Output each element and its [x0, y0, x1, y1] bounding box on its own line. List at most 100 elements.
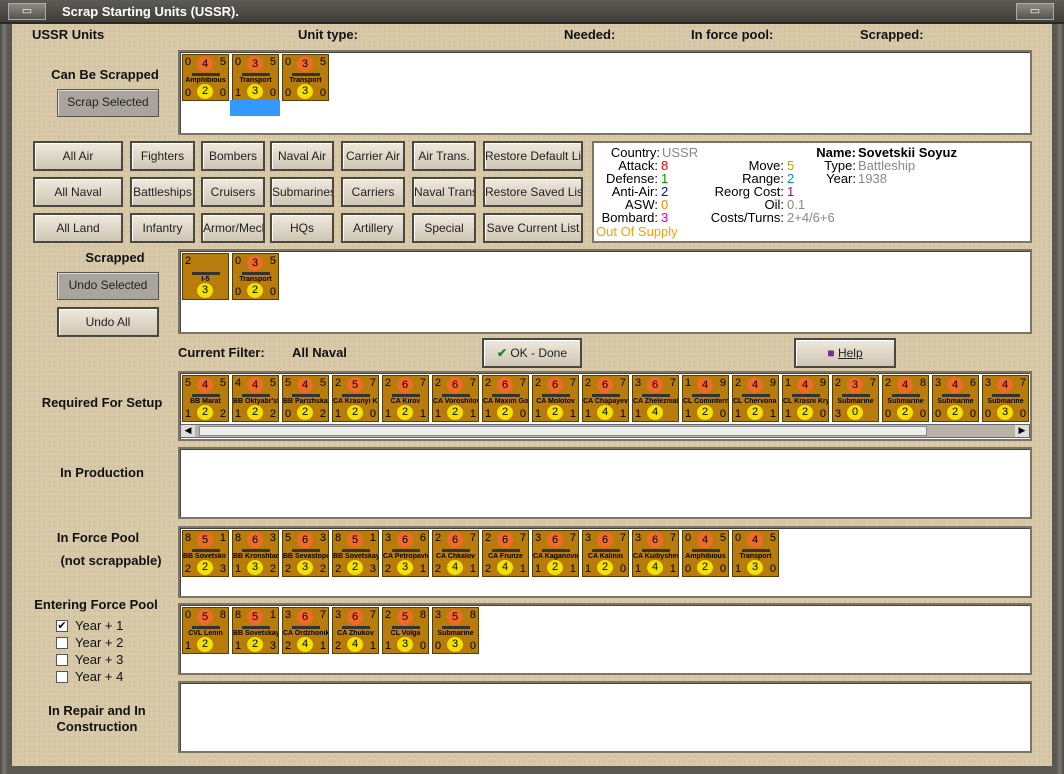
filter-button-naval-air[interactable]: Naval Air [270, 141, 334, 171]
unit-counter[interactable]: 3 6 7 CA Kuibyshev 1 4 1 [632, 530, 679, 577]
unit-counter[interactable]: 545BB Parizhskaya Kommuna022 [282, 375, 329, 422]
filter-button-infantry[interactable]: Infantry [130, 213, 195, 243]
filter-button-submarines[interactable]: Submarines [270, 177, 334, 207]
scrap-selected-button[interactable]: Scrap Selected [57, 89, 159, 117]
year-checkbox[interactable] [56, 637, 68, 649]
unit-counter[interactable]: 851BB Sovetskii Soyuz223 [182, 530, 229, 577]
production-list[interactable] [178, 447, 1032, 519]
unit-counter[interactable]: 257CA Krasnyi Kavkaz120 [332, 375, 379, 422]
unit-bottom-right: 0 [1019, 408, 1026, 420]
unit-top-right: 5 [719, 532, 726, 544]
unit-counter[interactable]: 267CA Maxim Gorki120 [482, 375, 529, 422]
unit-top-right: 5 [219, 377, 226, 389]
scroll-right-icon[interactable]: ▶ [1015, 425, 1029, 437]
unit-counter[interactable]: 367CA Zhelezniakov14 [632, 375, 679, 422]
unit-counter[interactable]: 1 4 9 CL Comintern 1 2 0 [682, 375, 729, 422]
unit-counter[interactable]: 5 6 3 BB Sevastopol 2 3 2 [282, 530, 329, 577]
unit-silhouette-icon [842, 394, 870, 397]
unit-defense: 3 [397, 560, 413, 575]
filter-button-carriers[interactable]: Carriers [341, 177, 405, 207]
unit-counter[interactable]: 2 6 7 CA Frunze 2 4 1 [482, 530, 529, 577]
unit-bottom-right: 0 [269, 286, 276, 298]
filter-button-cruisers[interactable]: Cruisers [201, 177, 265, 207]
filter-button-all-land[interactable]: All Land [33, 213, 123, 243]
year-checkbox[interactable] [56, 671, 68, 683]
required-scrollbar[interactable]: ◀ ▶ [180, 424, 1030, 438]
unit-counter[interactable]: 2 6 7 CA Kirov 1 2 1 [382, 375, 429, 422]
unit-counter[interactable]: 8 6 3 BB Kronshtadt 1 3 2 [232, 530, 279, 577]
unit-counter[interactable]: 0 4 5 Transport 1 3 0 [732, 530, 779, 577]
filter-button-all-naval[interactable]: All Naval [33, 177, 123, 207]
unit-attack: 5 [347, 532, 363, 548]
filter-button-armor-mech[interactable]: Armor/Mech [201, 213, 265, 243]
filter-button-save-current-list[interactable]: Save Current List [483, 213, 583, 243]
unit-silhouette-icon [492, 549, 520, 552]
unit-counter[interactable]: 367CA Ordzhonikidze241 [282, 607, 329, 654]
filter-button-bombers[interactable]: Bombers [201, 141, 265, 171]
filter-button-fighters[interactable]: Fighters [130, 141, 195, 171]
unit-counter[interactable]: 445BB Oktyabr'skaya Revolutsiya122 [232, 375, 279, 422]
filter-button-restore-default-list[interactable]: Restore Default List [483, 141, 583, 171]
unit-counter[interactable]: 2 6 7 CA Molotov 1 2 1 [532, 375, 579, 422]
unit-counter[interactable]: 0 5 8 CVL Lenin 1 2 [182, 607, 229, 654]
filter-button-battleships[interactable]: Battleships [130, 177, 195, 207]
unit-attack: 6 [597, 377, 613, 393]
force-pool-list[interactable]: 851BB Sovetskii Soyuz223863BB Kronshtadt… [178, 526, 1032, 598]
close-window-button[interactable]: ▭ [1016, 3, 1054, 20]
unit-counter[interactable]: 2 3 7 Submarine 3 0 [832, 375, 879, 422]
unit-counter[interactable]: 249CL Chervona Ukraina121 [732, 375, 779, 422]
unit-counter[interactable]: 2 4 8 Submarine 0 2 0 [882, 375, 929, 422]
filter-button-artillery[interactable]: Artillery [341, 213, 405, 243]
year-checkbox[interactable]: ✔ [56, 620, 68, 632]
scrapped-list[interactable]: 2 I-5 3 0 3 5 Transport 0 2 0 [178, 249, 1032, 334]
required-label: Required For Setup [41, 395, 163, 410]
scroll-left-icon[interactable]: ◀ [181, 425, 195, 437]
unit-counter[interactable]: 367CA Kaganovich121 [532, 530, 579, 577]
unit-defense: 2 [197, 405, 213, 420]
unit-counter[interactable]: 5 4 5 BB Marat 1 2 2 [182, 375, 229, 422]
repair-list[interactable] [178, 681, 1032, 753]
unit-counter[interactable]: 149CL Krasni Krym120 [782, 375, 829, 422]
unit-bottom-left: 1 [235, 87, 242, 99]
unit-counter[interactable]: 851BB Sovetskaya Ukraina223 [332, 530, 379, 577]
filter-button-special[interactable]: Special [412, 213, 476, 243]
help-button[interactable]: ■ Help [794, 338, 896, 368]
unit-counter[interactable]: 0 3 5 Transport 0 3 0 [282, 54, 329, 101]
filter-button-air-trans-[interactable]: Air Trans. [412, 141, 476, 171]
unit-counter[interactable]: 366CA Petropavlovsk231 [382, 530, 429, 577]
unit-top-left: 8 [185, 532, 192, 544]
unit-counter[interactable]: 2 6 7 CA Chapayev 1 4 1 [582, 375, 629, 422]
scroll-thumb[interactable] [199, 426, 927, 436]
unit-top-right: 5 [269, 377, 276, 389]
unit-counter[interactable]: 3 4 7 Submarine 0 3 0 [982, 375, 1029, 422]
unit-counter[interactable]: 0 4 5 Amphibious 0 2 0 [682, 530, 729, 577]
can-be-scrapped-list[interactable]: 0 4 5 Amphibious 0 2 0 0 3 5 Transport 1 3 0 0 3 5 Transp… [178, 50, 1032, 135]
undo-all-button[interactable]: Undo All [57, 307, 159, 337]
unit-counter[interactable]: 0 3 5 Transport 0 2 0 [232, 253, 279, 300]
year-checkbox[interactable] [56, 654, 68, 666]
unit-counter[interactable]: 2 I-5 3 [182, 253, 229, 300]
filter-button-carrier-air[interactable]: Carrier Air [341, 141, 405, 171]
unit-counter[interactable]: 3 6 7 CA Kalinin 1 2 0 [582, 530, 629, 577]
undo-selected-button[interactable]: Undo Selected [57, 272, 159, 300]
unit-counter[interactable]: 2 6 7 CA Chkalov 2 4 1 [432, 530, 479, 577]
filter-button-all-air[interactable]: All Air [33, 141, 123, 171]
unit-counter[interactable]: 0 3 5 Transport 1 3 0 [232, 54, 279, 101]
ok-done-button[interactable]: ✔ OK - Done [482, 338, 582, 368]
unit-top-left: 3 [385, 532, 392, 544]
unit-counter[interactable]: 3 4 6 Submarine 0 2 0 [932, 375, 979, 422]
unit-counter[interactable]: 3 5 8 Submarine 0 3 0 [432, 607, 479, 654]
unit-counter[interactable]: 2 6 7 CA Voroshilov 1 2 1 [432, 375, 479, 422]
window-menu-button[interactable]: ▭ [8, 3, 46, 20]
unit-counter[interactable]: 0 4 5 Amphibious 0 2 0 [182, 54, 229, 101]
entering-list[interactable]: 058CVL Lenin12851BB Sovetskaya Belorossi… [178, 603, 1032, 675]
unit-counter[interactable]: 2 5 8 CL Volga 1 3 0 [382, 607, 429, 654]
costs-value: 2+4/6+6 [787, 210, 835, 225]
filter-button-hqs[interactable]: HQs [270, 213, 334, 243]
filter-button-restore-saved-list[interactable]: Restore Saved List [483, 177, 583, 207]
unit-counter[interactable]: 851BB Sovetskaya Belorossiya123 [232, 607, 279, 654]
header-force-pool: In force pool: [691, 27, 774, 42]
unit-counter[interactable]: 3 6 7 CA Zhukov 2 4 1 [332, 607, 379, 654]
header-unit-type: Unit type: [298, 27, 358, 42]
filter-button-naval-trans-[interactable]: Naval Trans. [412, 177, 476, 207]
